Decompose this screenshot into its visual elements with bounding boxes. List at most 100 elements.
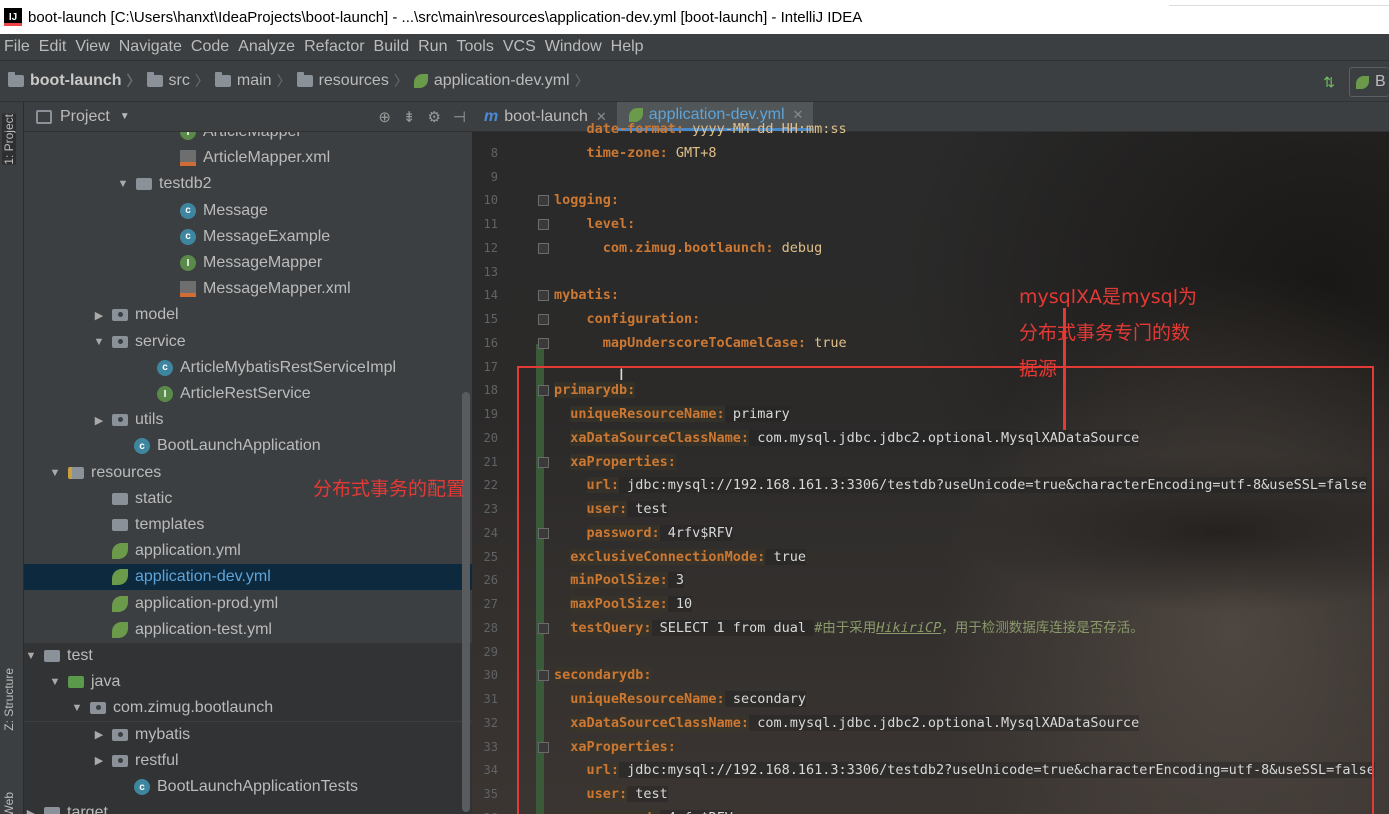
code-line[interactable]: uniqueResourceName: primary [570, 404, 790, 424]
code-line[interactable]: password: 4rfv$RFV [586, 523, 733, 543]
code-line[interactable]: password: 4rfv$RFV [586, 808, 733, 814]
tree-item[interactable]: c BootLaunchApplicationTests [24, 774, 472, 800]
code-line[interactable]: url: jdbc:mysql://192.168.161.3:3306/tes… [586, 760, 1375, 780]
fold-marker-icon[interactable] [538, 670, 549, 682]
expand-down-icon[interactable]: ▼ [70, 702, 84, 714]
editor-area[interactable]: m boot-launch ✕ application-dev.yml ✕ da… [472, 102, 1389, 814]
tree-item[interactable]: c ArticleMybatisRestServiceImpl [24, 355, 472, 381]
fold-marker-icon[interactable] [538, 456, 549, 468]
menu-run[interactable]: Run [414, 38, 452, 56]
window-controls[interactable] [1169, 0, 1389, 6]
code-line[interactable]: time-zone: GMT+8 [587, 143, 717, 163]
expand-down-icon[interactable]: ▼ [24, 650, 38, 662]
code-line[interactable]: xaDataSourceClassName: com.mysql.jdbc.jd… [570, 713, 1140, 733]
tree-item[interactable]: ▼ test [24, 643, 472, 669]
fold-marker-icon[interactable] [538, 290, 549, 302]
tree-item[interactable]: I ArticleMapper [24, 132, 472, 145]
fold-marker-icon[interactable] [538, 741, 549, 753]
expand-down-icon[interactable]: ▼ [48, 467, 62, 479]
collapse-all-icon[interactable]: ⇟ [403, 108, 416, 126]
menu-file[interactable]: File [0, 38, 35, 56]
menu-window[interactable]: Window [541, 38, 607, 56]
breadcrumb-project[interactable]: boot-launch 〉 [8, 71, 141, 91]
project-view-selector[interactable]: Project [60, 108, 110, 126]
fold-marker-icon[interactable] [538, 314, 549, 325]
code-line[interactable]: date-format: yyyy-MM-dd HH:mm:ss [587, 119, 847, 139]
code-line[interactable]: exclusiveConnectionMode: true [570, 547, 806, 567]
tool-tab-structure[interactable]: Z: Structure [2, 668, 16, 731]
code-area[interactable]: date-format: yyyy-MM-dd HH:mm:ss 8 time-zo… [472, 102, 1389, 814]
tree-item[interactable]: application.yml [24, 538, 472, 564]
code-line[interactable]: maxPoolSize: 10 [570, 594, 693, 614]
code-line[interactable]: mapUnderscoreToCamelCase: true [603, 333, 847, 353]
menu-refactor[interactable]: Refactor [300, 38, 369, 56]
expand-down-icon[interactable]: ▼ [116, 178, 130, 190]
caret-down-icon[interactable]: ▼ [120, 111, 130, 122]
menu-vcs[interactable]: VCS [499, 38, 541, 56]
code-line[interactable]: com.zimug.bootlaunch: debug [603, 238, 822, 258]
fold-marker-icon[interactable] [538, 242, 549, 254]
tree-item[interactable]: I ArticleRestService [24, 381, 472, 407]
tree-item[interactable]: ArticleMapper.xml [24, 145, 472, 171]
tree-item[interactable]: ▼ service [24, 329, 472, 355]
breadcrumb-file[interactable]: application-dev.yml 〉 [413, 71, 589, 91]
tree-item[interactable]: c MessageExample [24, 224, 472, 250]
tree-item[interactable]: ▼ com.zimug.bootlaunch [24, 695, 472, 722]
fold-marker-icon[interactable] [538, 527, 549, 539]
code-line[interactable]: logging: [554, 190, 619, 210]
expand-down-icon[interactable]: ▼ [92, 336, 106, 348]
code-line[interactable]: minPoolSize: 3 [570, 570, 685, 590]
menu-edit[interactable]: Edit [35, 38, 72, 56]
code-line[interactable]: mybatis: [554, 285, 619, 305]
gear-icon[interactable]: ⚙ [427, 108, 440, 126]
code-line[interactable]: url: jdbc:mysql://192.168.161.3:3306/tes… [586, 475, 1367, 495]
tree-item[interactable]: I MessageMapper [24, 250, 472, 276]
tree-item[interactable]: application-test.yml [24, 617, 472, 643]
project-tree-scrollbar[interactable] [462, 392, 470, 812]
fold-marker-icon[interactable] [538, 622, 549, 634]
tree-item[interactable]: application-prod.yml [24, 591, 472, 617]
locate-icon[interactable]: ⊕ [378, 108, 391, 126]
tree-item[interactable]: MessageMapper.xml [24, 276, 472, 302]
code-line[interactable]: configuration: [587, 309, 701, 329]
code-line[interactable]: user: test [586, 784, 668, 804]
run-config-button[interactable]: B [1349, 67, 1389, 97]
breadcrumb-resources[interactable]: resources 〉 [296, 71, 408, 91]
sort-icon[interactable]: ⇅ [1323, 74, 1335, 91]
tree-item[interactable]: ▶ mybatis [24, 721, 472, 748]
code-line[interactable]: testQuery: SELECT 1 from dual #由于采用Hikir… [570, 618, 1144, 638]
tree-item[interactable]: ▶ restful [24, 747, 472, 774]
menu-tools[interactable]: Tools [452, 38, 498, 56]
code-line[interactable]: user: test [586, 499, 668, 519]
expand-right-icon[interactable]: ▶ [92, 754, 106, 767]
menu-analyze[interactable]: Analyze [234, 38, 300, 56]
breadcrumb-main[interactable]: main 〉 [214, 71, 291, 91]
tree-item[interactable]: c BootLaunchApplication [24, 433, 472, 459]
fold-marker-icon[interactable] [538, 337, 549, 349]
menu-help[interactable]: Help [607, 38, 649, 56]
fold-marker-icon[interactable] [538, 195, 549, 207]
expand-down-icon[interactable]: ▼ [48, 676, 62, 688]
menu-build[interactable]: Build [370, 38, 415, 56]
breadcrumb-src[interactable]: src 〉 [146, 71, 209, 91]
tree-item[interactable]: c Message [24, 198, 472, 224]
code-line[interactable]: secondarydb: [554, 665, 652, 685]
code-line[interactable]: xaProperties: [570, 737, 676, 757]
code-line[interactable]: uniqueResourceName: secondary [570, 689, 806, 709]
expand-right-icon[interactable]: ▶ [92, 414, 106, 427]
tree-item[interactable]: ▶ model [24, 302, 472, 328]
tree-item[interactable]: ▶ target [24, 800, 472, 814]
tree-item[interactable]: application-dev.yml [24, 564, 472, 591]
code-line[interactable]: xaDataSourceClassName: com.mysql.jdbc.jd… [570, 428, 1140, 448]
hide-panel-icon[interactable]: ⊣ [453, 108, 466, 126]
code-line[interactable]: xaProperties: [570, 452, 676, 472]
menu-navigate[interactable]: Navigate [115, 38, 187, 56]
expand-right-icon[interactable]: ▶ [92, 728, 106, 741]
tree-item[interactable]: ▼ testdb2 [24, 171, 472, 197]
tree-item[interactable]: ▶ utils [24, 407, 472, 433]
expand-right-icon[interactable]: ▶ [24, 807, 38, 814]
fold-marker-icon[interactable] [538, 219, 549, 230]
menu-code[interactable]: Code [187, 38, 234, 56]
tool-tab-web[interactable]: Web [2, 792, 16, 814]
tree-item[interactable]: templates [24, 512, 472, 538]
